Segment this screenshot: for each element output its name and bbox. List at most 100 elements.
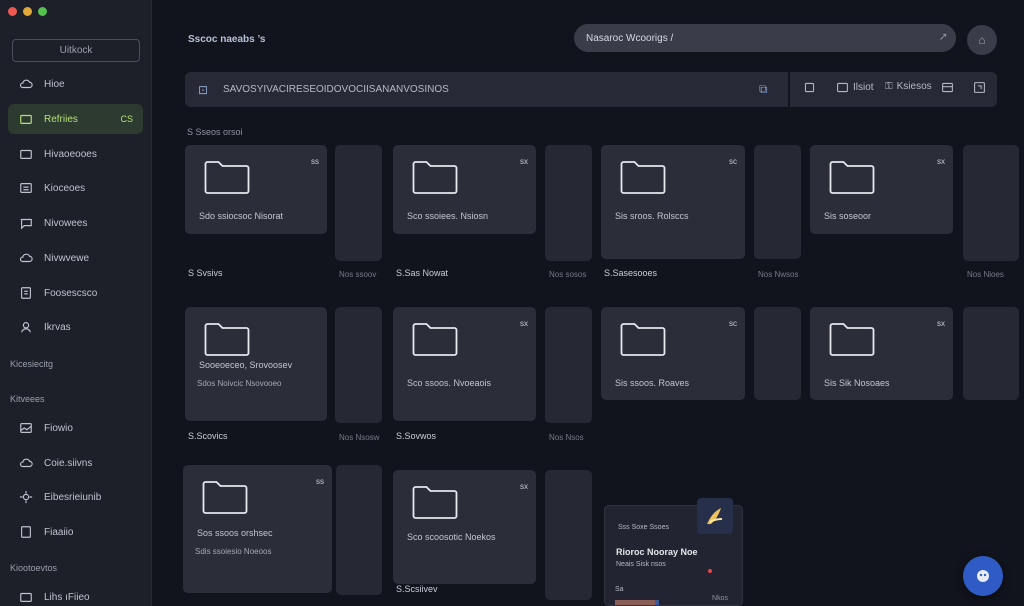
toolbar-button-2[interactable]: Ilsiot <box>836 81 874 94</box>
folder-icon <box>19 591 33 604</box>
search-input[interactable]: Nasaroc Wcoorigs / ➚ <box>574 24 956 52</box>
sidebar-item-7[interactable]: Foosescsco <box>8 278 143 308</box>
sidebar-item-13[interactable]: Lihs ıFiieo <box>8 582 143 606</box>
sidebar-item-11[interactable]: Eibesrieiunib <box>8 482 143 512</box>
section-label: S Sseos orsoi <box>187 127 243 137</box>
folder-meta: Sos ssoos orshsec <box>197 528 273 538</box>
popup-size: Nkos <box>712 595 728 602</box>
folder-meta: Sis Sik Nosoaes <box>824 378 890 388</box>
folder-side-panel <box>963 145 1019 261</box>
sidebar-item-label: Lihs ıFiieo <box>44 591 90 603</box>
photo-icon <box>19 422 33 435</box>
folder-side-caption: Nos sosos <box>549 270 587 279</box>
toolbar-button-4[interactable] <box>941 81 954 94</box>
sidebar-item-10[interactable]: Coie.siivns <box>8 448 143 478</box>
folder-icon <box>202 481 248 514</box>
sidebar-item-12[interactable]: Fiaaiio <box>8 517 143 547</box>
popup-meta: Sss Soxe Ssoes <box>618 524 669 531</box>
toolbar-button-3[interactable]: ⚿ Ksiesos <box>885 81 932 92</box>
file-icon <box>19 287 33 300</box>
chat-icon <box>19 217 33 230</box>
sidebar-item-label: Eibesrieiunib <box>44 491 102 503</box>
folder-meta: Sooeoeceo, Srovoosev <box>199 360 293 370</box>
folder-tag: sc <box>729 319 737 328</box>
toolbar-button-1[interactable] <box>803 81 816 94</box>
folder-side-panel <box>335 307 382 423</box>
sidebar-item-6[interactable]: Nivwvewe <box>8 243 143 273</box>
folder-tag: sx <box>937 157 945 166</box>
folder-side-panel <box>545 470 592 600</box>
grid-icon <box>942 82 953 93</box>
sidebar-item-4[interactable]: Kioceoes <box>8 173 143 203</box>
folder-caption: S.Scsiivev <box>396 584 438 594</box>
folder-side-caption: Nos Nioes <box>967 270 1004 279</box>
folder-side-panel <box>754 307 801 400</box>
sidebar-item-9[interactable]: Fiowio <box>8 413 143 443</box>
folder-meta: Sco ssoiees. Nsiosn <box>407 211 489 221</box>
sidebar-item-label: Kioceoes <box>44 182 86 194</box>
folder-card[interactable]: sc Sis ssoos. Roaves <box>601 307 745 400</box>
sidebar-item-label: Nivowees <box>44 217 88 229</box>
minimize-window-button[interactable] <box>23 7 32 16</box>
folder-meta: Sdo ssiocsoc Nisorat <box>199 211 284 221</box>
sidebar-section-label: Kicesiecitg <box>10 359 54 369</box>
sidebar-item-3[interactable]: Hivaoeooes <box>8 139 143 169</box>
folder-side-caption: Nos Nwsos <box>758 270 799 279</box>
close-window-button[interactable] <box>8 7 17 16</box>
toolbar-button-5[interactable] <box>973 81 986 94</box>
folder-tag: sx <box>937 319 945 328</box>
folder-meta: Sis ssoos. Roaves <box>615 378 690 388</box>
cloud-icon <box>19 78 33 91</box>
folder-card[interactable]: sx Sco ssoiees. Nsiosn <box>393 145 536 234</box>
sidebar-item-label: Foosescsco <box>44 287 98 299</box>
avatar[interactable]: ⌂ <box>967 25 997 55</box>
folder-card[interactable]: sx Sco ssoos. Nvoeaois <box>393 307 536 421</box>
folder-tag: sx <box>520 157 528 166</box>
folder-side-panel <box>545 145 592 261</box>
sidebar-item-2[interactable]: Refriies CS <box>8 104 143 134</box>
square-icon <box>804 82 815 93</box>
maximize-window-button[interactable] <box>38 7 47 16</box>
folder-meta-secondary: Sdis ssoiesio Noeoos <box>195 547 272 556</box>
folder-card[interactable]: sc Sis sroos. Rolsccs <box>601 145 745 259</box>
sidebar-item-8[interactable]: Ikrvas <box>8 312 143 342</box>
toolbar-divider <box>788 72 790 107</box>
folder-side-panel <box>963 307 1019 400</box>
popup-tag: Sa <box>615 586 624 593</box>
folder-tag: ss <box>311 157 319 166</box>
folder-card[interactable]: sx Sis soseoor <box>810 145 953 234</box>
folder-tag: sx <box>520 319 528 328</box>
folder-caption: S.Sovwos <box>396 431 437 441</box>
preview-popup[interactable]: Sss Soxe Ssoes Rioroc Nooray Noe Neais S… <box>604 498 743 606</box>
sidebar-section-label: Kitveees <box>10 394 45 404</box>
window-controls <box>8 7 47 16</box>
folder-side-caption: Nos Nsosw <box>339 433 380 442</box>
folder-icon <box>19 148 33 161</box>
assistant-button[interactable] <box>963 556 1003 596</box>
folder-side-panel <box>336 465 382 595</box>
folder-side-panel <box>335 145 382 261</box>
folder-card[interactable]: Sooeoeceo, Srovoosev Sdos Noivcic Nsovooe… <box>185 307 327 421</box>
search-input-value: Nasaroc Wcoorigs / <box>586 32 674 44</box>
sidebar-section-label: Kiootoevtos <box>10 563 58 573</box>
sidebar-item-5[interactable]: Nivowees <box>8 208 143 238</box>
folder-caption: S.Sas Nowat <box>396 268 449 278</box>
thumbnail-image <box>697 498 733 534</box>
expand-icon <box>974 82 985 93</box>
progress-bar <box>615 600 655 605</box>
folder-card[interactable]: ss Sos ssoos orshsec Sdis ssoiesio Noeoos <box>183 465 332 593</box>
folder-icon <box>19 113 33 126</box>
sidebar-item-label: Nivwvewe <box>44 252 90 264</box>
sidebar-item-1[interactable]: Hioe <box>8 69 143 99</box>
folder-card[interactable]: sx Sis Sik Nosoaes <box>810 307 953 400</box>
folder-card[interactable]: sx Sco scoosotic Noekos <box>393 470 536 584</box>
folder-side-panel <box>754 145 801 259</box>
folder-meta: Sis soseoor <box>824 211 872 221</box>
sidebar-item-label: Fiowio <box>44 422 73 434</box>
sidebar-top-button[interactable]: Uitkock <box>12 39 140 62</box>
folder-card[interactable]: ss Sdo ssiocsoc Nisorat <box>185 145 327 234</box>
search-submit-icon[interactable]: ➚ <box>939 30 948 43</box>
cloud-icon <box>19 457 33 470</box>
copy-path-icon[interactable]: ⧉ <box>759 82 768 97</box>
folder-tag: sx <box>520 482 528 491</box>
